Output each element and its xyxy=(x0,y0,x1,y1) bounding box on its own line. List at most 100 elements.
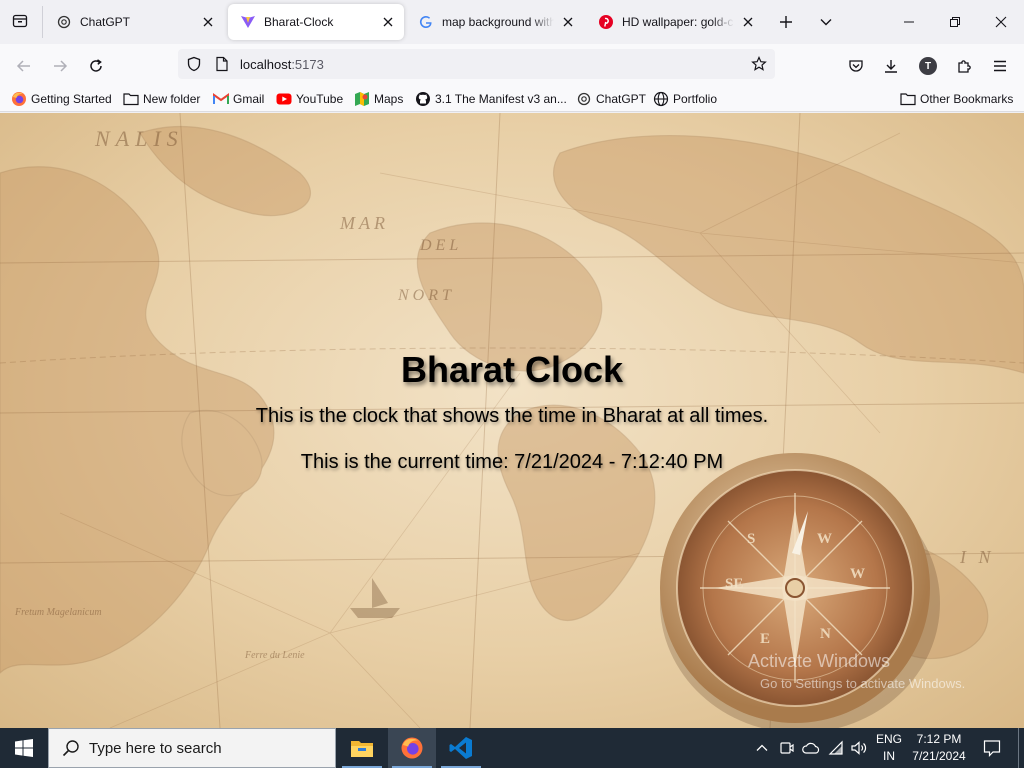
folder-icon xyxy=(123,91,139,107)
tray-network[interactable] xyxy=(826,738,846,758)
page-title: Bharat Clock xyxy=(400,349,624,390)
tab-map-background[interactable]: map background with compass xyxy=(406,4,584,40)
notification-icon xyxy=(983,740,1001,757)
svg-text:DEL: DEL xyxy=(419,237,462,254)
bookmark-star-icon[interactable] xyxy=(751,56,767,72)
address-bar[interactable]: localhost:5173 xyxy=(178,49,775,79)
list-all-tabs-button[interactable] xyxy=(814,10,838,34)
tab-strip: ChatGPT Bharat-Clock map background with… xyxy=(0,0,1024,44)
page-description: This is the clock that shows the time in… xyxy=(255,405,769,427)
tray-language[interactable]: ENG IN xyxy=(872,732,906,763)
tab-close-icon[interactable] xyxy=(200,14,216,30)
app-menu-button[interactable] xyxy=(986,52,1014,80)
svg-text:E: E xyxy=(760,631,770,647)
forward-button[interactable] xyxy=(46,52,74,80)
chevron-down-icon xyxy=(820,19,832,26)
taskbar-vscode[interactable] xyxy=(437,728,485,768)
page-viewport: NALIS MAR DEL NORT Fretum Magelanicum Fe… xyxy=(0,113,1024,728)
tab-chatgpt[interactable]: ChatGPT xyxy=(44,4,224,40)
bookmark-other-bookmarks[interactable]: Other Bookmarks xyxy=(900,90,1013,108)
reload-icon xyxy=(90,59,102,72)
pocket-icon xyxy=(849,60,863,72)
restore-icon xyxy=(950,17,960,27)
bookmark-portfolio[interactable]: Portfolio xyxy=(653,90,717,108)
start-button[interactable] xyxy=(0,728,48,768)
bookmark-youtube[interactable]: YouTube xyxy=(276,90,343,108)
folder-icon xyxy=(900,91,916,107)
bookmark-gmail[interactable]: Gmail xyxy=(213,90,264,108)
puzzle-icon xyxy=(958,60,971,73)
tab-bharat-clock[interactable]: Bharat-Clock xyxy=(228,4,404,40)
show-hidden-icons-button[interactable] xyxy=(752,738,772,758)
svg-text:S: S xyxy=(747,531,755,547)
account-button[interactable]: T xyxy=(914,52,942,80)
svg-text:NORT: NORT xyxy=(397,287,455,304)
chatgpt-icon xyxy=(576,91,592,107)
bookmark-new-folder[interactable]: New folder xyxy=(123,90,200,108)
action-center-button[interactable] xyxy=(982,738,1002,758)
activate-windows-watermark: Activate Windows Go to Settings to activ… xyxy=(748,651,965,691)
bookmarks-toolbar: Getting Started New folder Gmail YouTube… xyxy=(0,86,1024,112)
tab-close-icon[interactable] xyxy=(560,14,576,30)
clock-date: 7/21/2024 xyxy=(912,749,966,763)
github-icon xyxy=(415,91,431,107)
taskbar-file-explorer[interactable] xyxy=(338,728,386,768)
tray-meet-now[interactable] xyxy=(777,738,797,758)
close-window-button[interactable] xyxy=(978,0,1024,44)
search-placeholder: Type here to search xyxy=(89,739,222,757)
windows-taskbar: Type here to search ENG IN 7:12 PM 7/21/… xyxy=(0,728,1024,768)
bookmark-getting-started[interactable]: Getting Started xyxy=(11,90,112,108)
bookmark-maps[interactable]: Maps xyxy=(354,90,403,108)
chevron-up-icon xyxy=(756,744,768,751)
arrow-left-icon xyxy=(16,60,30,72)
restore-button[interactable] xyxy=(932,0,978,44)
file-explorer-icon xyxy=(351,741,373,757)
extensions-button[interactable] xyxy=(950,52,978,80)
svg-text:W: W xyxy=(817,531,832,547)
taskbar-search-box[interactable]: Type here to search xyxy=(48,728,336,768)
minimize-icon xyxy=(904,21,914,23)
show-desktop-button[interactable] xyxy=(1018,728,1019,768)
globe-icon xyxy=(653,91,669,107)
svg-text:W: W xyxy=(850,566,865,582)
language-code: ENG xyxy=(875,732,902,746)
back-button[interactable] xyxy=(10,52,38,80)
pocket-button[interactable] xyxy=(842,52,870,80)
youtube-icon xyxy=(276,91,292,107)
svg-text:Ferre du Lenie: Ferre du Lenie xyxy=(244,650,305,661)
plus-icon xyxy=(780,16,792,28)
tab-close-icon[interactable] xyxy=(380,14,396,30)
new-tab-button[interactable] xyxy=(774,10,798,34)
firefox-icon xyxy=(401,737,423,759)
current-time-text: This is the current time: 7/21/2024 - 7:… xyxy=(300,451,724,473)
url-port: :5173 xyxy=(291,56,324,72)
watermark-title: Activate Windows xyxy=(748,651,891,671)
tab-close-icon[interactable] xyxy=(740,14,756,30)
pinterest-icon xyxy=(598,14,614,30)
page-icon[interactable] xyxy=(214,56,230,72)
tray-clock[interactable]: 7:12 PM 7/21/2024 xyxy=(908,732,970,763)
region-code: IN xyxy=(883,749,895,763)
url-text[interactable]: localhost:5173 xyxy=(240,57,324,72)
wifi-icon xyxy=(828,740,843,755)
bookmark-chatgpt[interactable]: ChatGPT xyxy=(576,90,646,108)
speaker-icon xyxy=(851,741,867,755)
tray-volume[interactable] xyxy=(849,738,869,758)
cloud-icon xyxy=(802,742,820,754)
reload-button[interactable] xyxy=(82,52,110,80)
tab-hd-wallpaper[interactable]: HD wallpaper: gold-colored compass xyxy=(586,4,764,40)
tray-onedrive[interactable] xyxy=(801,738,821,758)
tab-title: Bharat-Clock xyxy=(264,15,334,29)
firefox-icon xyxy=(11,91,27,107)
firefox-view-button[interactable] xyxy=(8,9,32,33)
gmail-icon xyxy=(213,91,229,107)
tab-title: ChatGPT xyxy=(80,15,131,29)
taskbar-firefox[interactable] xyxy=(388,728,436,768)
minimize-button[interactable] xyxy=(886,0,932,44)
bookmark-manifest-v3[interactable]: 3.1 The Manifest v3 an... xyxy=(415,90,567,108)
downloads-button[interactable] xyxy=(877,52,905,80)
tracking-protection-icon[interactable] xyxy=(186,56,202,72)
close-icon xyxy=(995,16,1007,28)
svg-text:MAR: MAR xyxy=(339,213,389,233)
download-icon xyxy=(885,60,897,73)
